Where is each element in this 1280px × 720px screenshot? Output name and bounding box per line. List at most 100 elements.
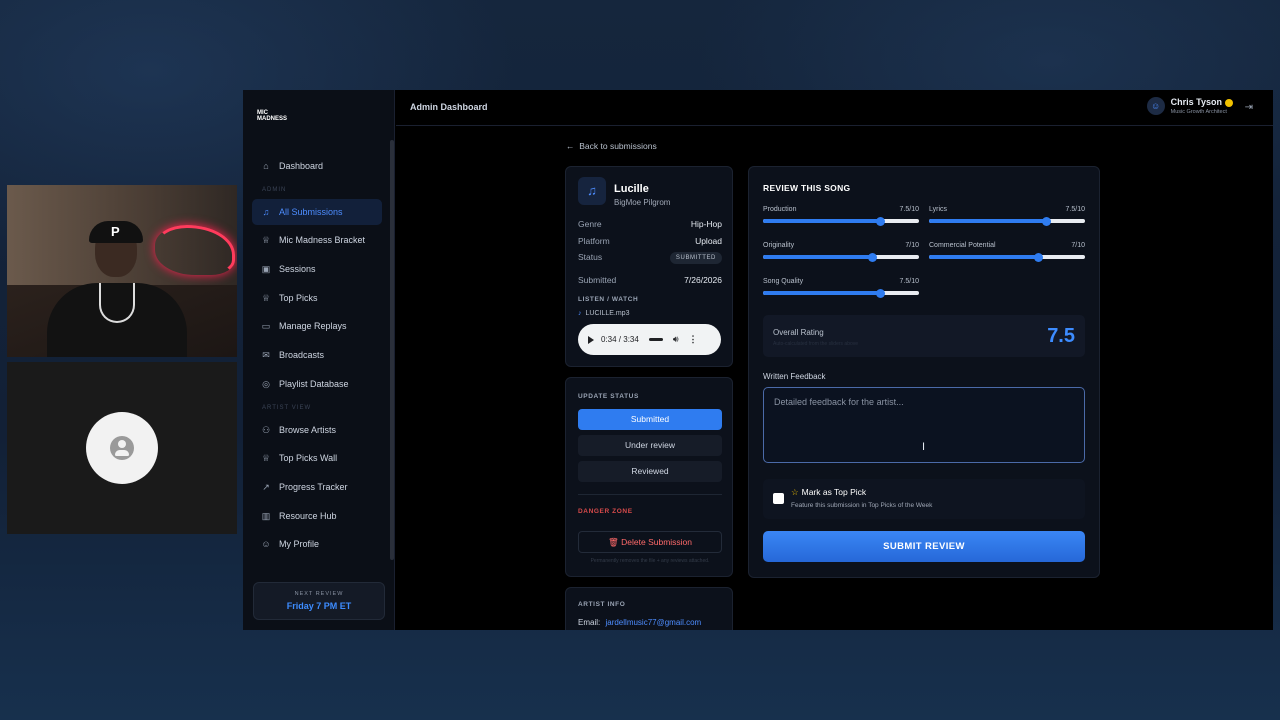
arrow-left-icon: ←: [566, 141, 575, 151]
artist-email-row: Email: jardellmusic77@gmail.com: [578, 618, 702, 627]
text-cursor-icon: I: [922, 441, 926, 453]
user-icon: ☺: [261, 539, 271, 550]
sidebar-item-playlist-database[interactable]: ◎ Playlist Database: [252, 371, 382, 397]
verified-badge-icon: [1225, 98, 1233, 107]
sidebar-heading-artist-view: ARTIST VIEW: [262, 404, 312, 411]
top-bar: Admin Dashboard ☺ Chris Tyson Music Grow…: [396, 90, 1273, 126]
sidebar-item-sessions[interactable]: ▣ Sessions: [252, 256, 382, 282]
overall-rating-value: 7.5: [1047, 325, 1075, 347]
mail-icon: ✉: [262, 350, 270, 361]
logo[interactable]: MIC MADNESS: [257, 110, 287, 124]
song-quality-slider[interactable]: Song Quality 7.5/10: [763, 278, 919, 298]
player-progress-bar[interactable]: [648, 338, 663, 341]
artist-info-label: ARTIST INFO: [578, 601, 626, 608]
more-options-icon[interactable]: ⋮: [688, 334, 697, 345]
status-row: Status SUBMITTED: [578, 252, 722, 264]
user-menu[interactable]: ☺ Chris Tyson Music Growth Architect: [1146, 97, 1233, 115]
webcam-presenter: P: [7, 185, 237, 357]
slider-thumb[interactable]: [875, 288, 885, 298]
participant-avatar: [86, 412, 158, 484]
video-icon: ▭: [261, 321, 271, 332]
play-icon[interactable]: [588, 335, 594, 344]
sidebar: MIC MADNESS ⌂ Dashboard ADMIN ♫ All Submiss…: [243, 90, 395, 630]
trend-icon: ↗: [262, 481, 270, 492]
update-status-card: UPDATE STATUS Submitted Under review Rev…: [565, 377, 733, 577]
sidebar-scrollbar[interactable]: [390, 140, 394, 560]
home-icon: ⌂: [263, 161, 269, 171]
user-name: Chris Tyson: [1170, 97, 1222, 107]
listen-watch-label: LISTEN / WATCH: [578, 296, 639, 303]
genre-row: Genre Hip-Hop: [578, 219, 722, 229]
written-feedback-label: Written Feedback: [763, 372, 826, 381]
sidebar-item-broadcasts[interactable]: ✉ Broadcasts: [252, 342, 382, 368]
slider-thumb[interactable]: [1041, 216, 1051, 226]
slider-thumb[interactable]: [1033, 252, 1043, 262]
users-icon: ⚇: [261, 424, 271, 435]
trophy-icon: ♕: [261, 235, 271, 246]
delete-note: Permanently removes the file + any revie…: [590, 558, 710, 564]
page-title: Admin Dashboard: [410, 102, 488, 112]
sidebar-item-browse-artists[interactable]: ⚇ Browse Artists: [252, 417, 382, 443]
review-card: REVIEW THIS SONG Production 7.5/10 Lyrics…: [748, 166, 1100, 578]
sidebar-item-all-submissions[interactable]: ♫ All Submissions: [252, 198, 382, 225]
sidebar-item-progress-tracker[interactable]: ↗ Progress Tracker: [252, 474, 382, 500]
back-to-submissions-link[interactable]: ← Back to submissions: [566, 141, 657, 151]
submitted-row: Submitted 7/26/2026: [578, 275, 722, 285]
sidebar-item-top-picks[interactable]: ♕ Top Picks: [252, 285, 382, 311]
submitted-date: 7/26/2026: [684, 275, 722, 285]
originality-slider[interactable]: Originality 7/10: [763, 242, 919, 262]
sidebar-item-bracket[interactable]: ♕ Mic Madness Bracket: [252, 227, 382, 253]
sidebar-item-top-picks-wall[interactable]: ♕ Top Picks Wall: [252, 445, 382, 471]
calendar-icon: ▣: [261, 264, 271, 275]
sidebar-item-my-profile[interactable]: ☺ My Profile: [252, 531, 382, 557]
trash-icon: 🗑︎: [607, 537, 619, 547]
sidebar-item-dashboard[interactable]: ⌂ Dashboard: [252, 153, 382, 179]
app-window: MIC MADNESS ⌂ Dashboard ADMIN ♫ All Submiss…: [243, 90, 1273, 630]
trophy-icon: ♕: [261, 292, 271, 303]
delete-submission-button[interactable]: 🗑︎ Delete Submission: [578, 531, 722, 553]
overall-rating-note: Auto-calculated from the sliders above: [773, 341, 859, 347]
genre-value: Hip-Hop: [690, 219, 722, 229]
song-title: Lucille: [614, 183, 649, 195]
music-note-icon: ♫: [578, 177, 606, 205]
slider-thumb[interactable]: [867, 252, 877, 262]
lyrics-slider[interactable]: Lyrics 7.5/10: [929, 206, 1085, 226]
music-note-icon: ♫: [262, 206, 270, 217]
danger-zone-label: DANGER ZONE: [578, 508, 633, 515]
update-status-label: UPDATE STATUS: [578, 393, 639, 400]
logout-icon[interactable]: ⇥: [1245, 102, 1253, 113]
commercial-potential-slider[interactable]: Commercial Potential 7/10: [929, 242, 1085, 262]
webcam-placeholder: [7, 362, 237, 534]
status-submitted-button[interactable]: Submitted: [578, 409, 722, 430]
sidebar-nav: ⌂ Dashboard ADMIN ♫ All Submissions ♕ Mic M…: [252, 153, 382, 560]
status-badge: SUBMITTED: [669, 252, 722, 264]
overall-rating: Overall Rating Auto-calculated from the …: [763, 315, 1085, 357]
platform-value: Upload: [695, 236, 722, 246]
audio-file[interactable]: ♪ LUCILLE.mp3: [578, 310, 629, 317]
top-pick-description: Feature this submission in Top Picks of …: [791, 502, 933, 509]
star-icon: ☆: [791, 487, 799, 497]
production-slider[interactable]: Production 7.5/10: [763, 206, 919, 226]
sidebar-item-manage-replays[interactable]: ▭ Manage Replays: [252, 313, 382, 339]
top-pick-checkbox[interactable]: [773, 493, 784, 504]
artist-email-link[interactable]: jardellmusic77@gmail.com: [605, 618, 701, 627]
status-under-review-button[interactable]: Under review: [578, 435, 722, 456]
next-review-value: Friday 7 PM ET: [286, 601, 352, 611]
music-note-icon: ♪: [578, 310, 582, 317]
slider-thumb[interactable]: [875, 216, 885, 226]
status-reviewed-button[interactable]: Reviewed: [578, 461, 722, 482]
volume-icon[interactable]: 🔊︎: [673, 334, 679, 345]
submit-review-button[interactable]: SUBMIT REVIEW: [763, 531, 1085, 562]
review-title: REVIEW THIS SONG: [763, 183, 851, 193]
overall-rating-label: Overall Rating: [773, 328, 824, 337]
sidebar-item-resource-hub[interactable]: ▥ Resource Hub: [252, 503, 382, 529]
next-review-label: NEXT REVIEW: [294, 591, 344, 597]
top-pick-option[interactable]: ☆ Mark as Top Pick Feature this submissio…: [763, 479, 1085, 519]
song-details-card: ♫ Lucille BigMoe Pilgrom Genre Hip-Hop Pl…: [565, 166, 733, 367]
top-pick-title: Mark as Top Pick: [801, 487, 867, 497]
trophy-icon: ♕: [261, 453, 271, 464]
next-review-card: NEXT REVIEW Friday 7 PM ET: [253, 582, 385, 620]
sidebar-heading-admin: ADMIN: [262, 186, 287, 193]
player-time: 0:34 / 3:34: [601, 335, 639, 344]
artist-info-card: ARTIST INFO Email: jardellmusic77@gmail.…: [565, 587, 733, 630]
